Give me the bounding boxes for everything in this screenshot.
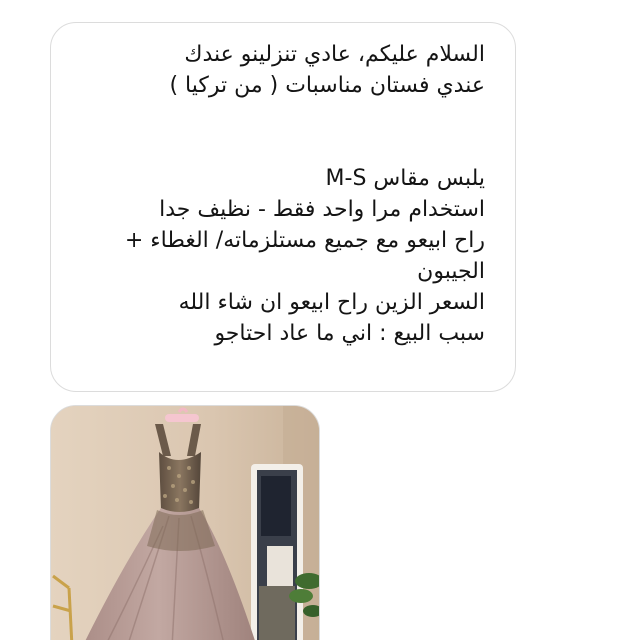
message-line-usage: استخدام مرا واحد فقط - نظيف جدا	[159, 197, 485, 222]
message-bubble[interactable]: السلام عليكم، عادي تنزلينو عندك عندي فست…	[50, 22, 516, 392]
message-line-1: السلام عليكم، عادي تنزلينو عندك	[184, 42, 485, 67]
message-line-size: يلبس مقاس M-S	[325, 166, 485, 191]
message-line-accessories: راح ابيعو مع جميع مستلزماته/ الغطاء +	[124, 228, 485, 253]
chat-screen: السلام عليكم، عادي تنزلينو عندك عندي فست…	[0, 0, 640, 640]
mirror	[251, 464, 303, 640]
dress-lace-hip	[147, 510, 215, 551]
message-line-reason: سبب البيع : اني ما عاد احتاجو	[214, 321, 485, 346]
dress-photo	[51, 406, 319, 640]
message-line-petticoat: الجيبون	[417, 259, 485, 284]
photo-attachment[interactable]	[50, 405, 320, 640]
message-line-2: عندي فستان مناسبات ( من تركيا )	[169, 73, 485, 98]
message-line-price: السعر الزين راح ابيعو ان شاء الله	[178, 290, 485, 315]
